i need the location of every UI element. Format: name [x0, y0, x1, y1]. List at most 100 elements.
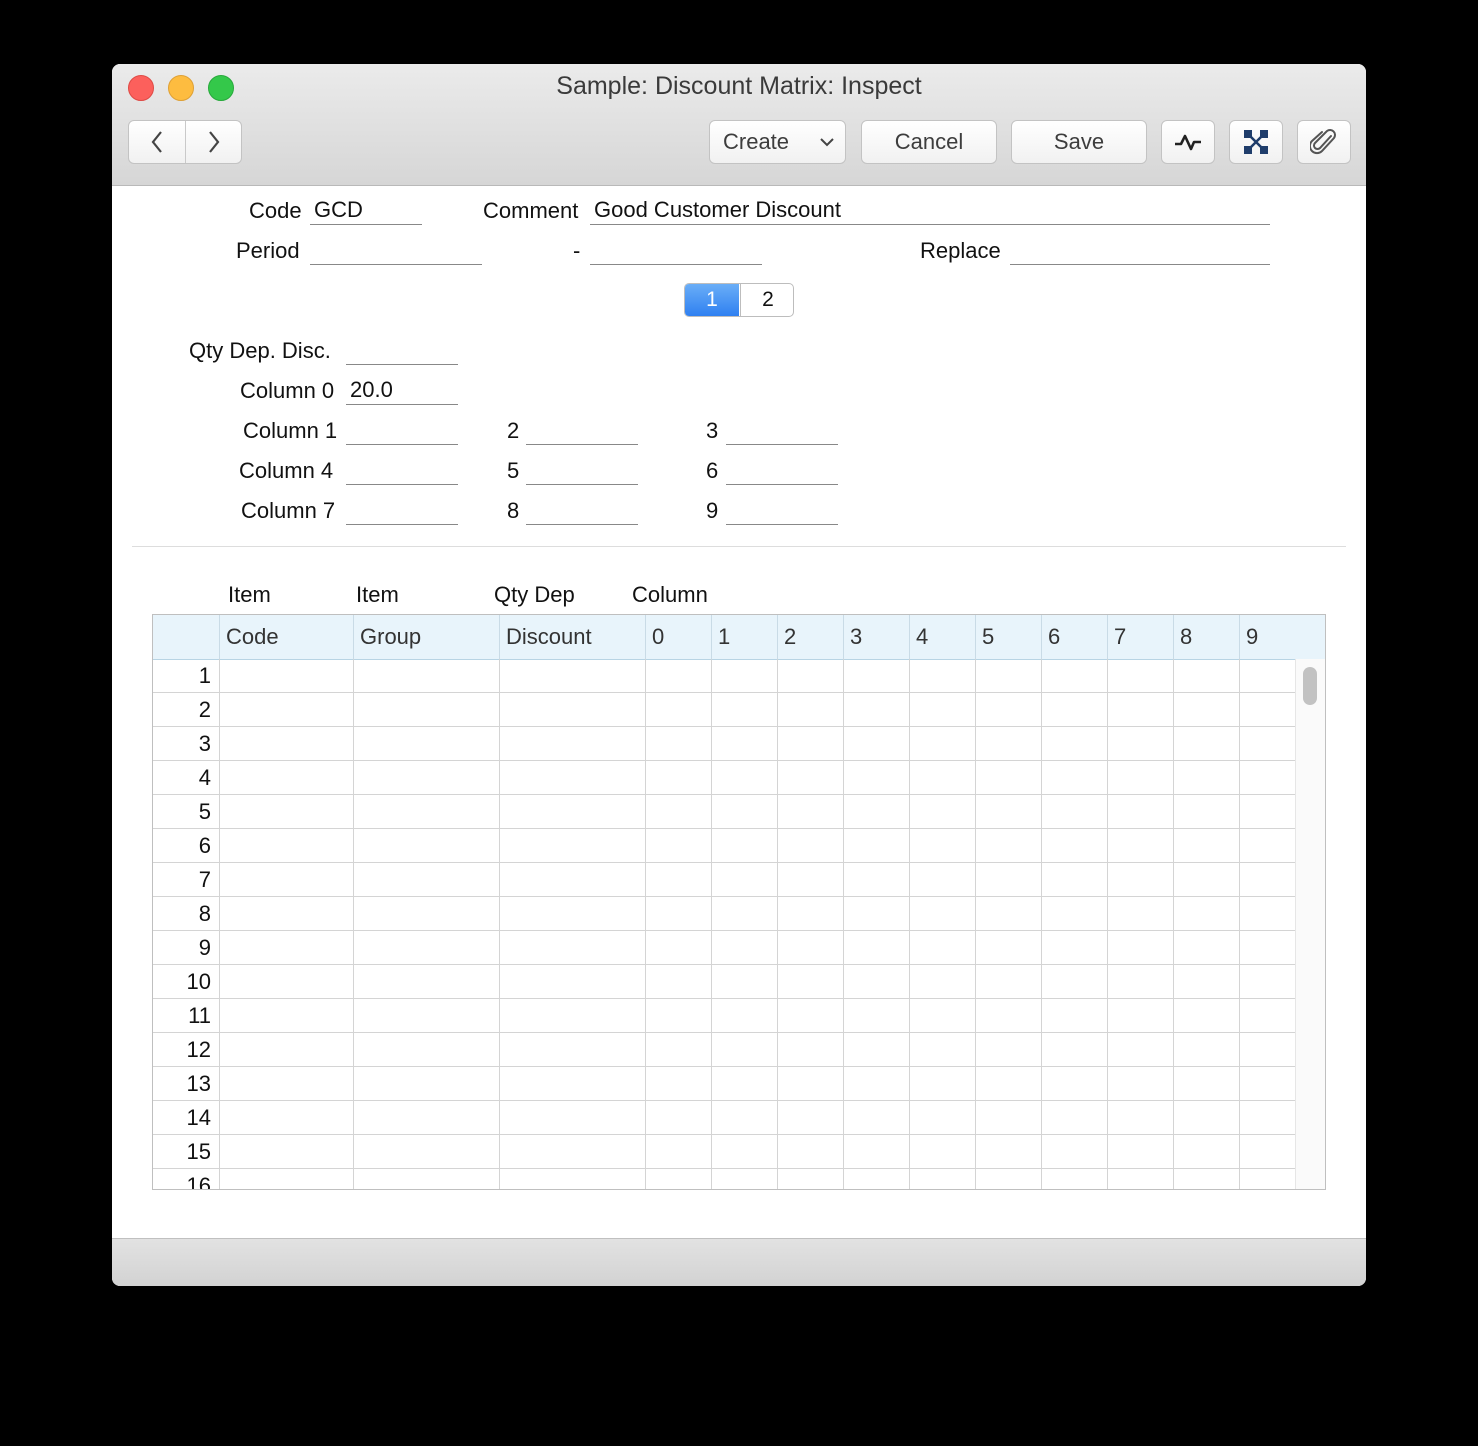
- column-header-code[interactable]: Code: [219, 615, 353, 659]
- column-0-field[interactable]: 20.0: [346, 375, 458, 405]
- column-3-field[interactable]: [726, 415, 838, 445]
- column-1-field[interactable]: [346, 415, 458, 445]
- row-number: 3: [198, 731, 211, 756]
- row-number: 10: [186, 969, 211, 994]
- column-header-7[interactable]: 7: [1107, 615, 1173, 659]
- table-row[interactable]: 7: [153, 863, 1295, 897]
- period-separator: -: [573, 238, 581, 263]
- paperclip-icon: [1310, 129, 1336, 155]
- tab-2[interactable]: 2: [740, 284, 793, 316]
- column-1-label: Column 1: [243, 418, 338, 443]
- column-header-5[interactable]: 5: [975, 615, 1041, 659]
- table-row[interactable]: 8: [153, 897, 1295, 931]
- replace-field[interactable]: [1010, 235, 1270, 265]
- column-header-4[interactable]: 4: [909, 615, 975, 659]
- save-button[interactable]: Save: [1011, 120, 1147, 164]
- forward-button[interactable]: [186, 121, 242, 163]
- activity-button[interactable]: [1161, 120, 1215, 164]
- table-header: Code Group Discount 0 1 2 3 4 5 6 7 8 9: [153, 615, 1325, 660]
- titlebar: Sample: Discount Matrix: Inspect Create …: [112, 64, 1366, 186]
- table-row[interactable]: 14: [153, 1101, 1295, 1135]
- table-row[interactable]: 4: [153, 761, 1295, 795]
- column-5-label: 5: [507, 458, 520, 483]
- column-header-3[interactable]: 3: [843, 615, 909, 659]
- row-number: 2: [198, 697, 211, 722]
- column-9-field[interactable]: [726, 495, 838, 525]
- column-8-label: 8: [507, 498, 520, 523]
- scrollbar-thumb[interactable]: [1303, 667, 1317, 705]
- column-5-field[interactable]: [526, 455, 638, 485]
- super-header-column: Column: [632, 582, 708, 607]
- table-row[interactable]: 12: [153, 1033, 1295, 1067]
- column-header-1[interactable]: 1: [711, 615, 777, 659]
- row-number: 15: [186, 1139, 211, 1164]
- column-6-label: 6: [706, 458, 719, 483]
- create-dropdown[interactable]: Create: [709, 120, 846, 164]
- table-row[interactable]: 3: [153, 727, 1295, 761]
- activity-icon: [1175, 134, 1201, 151]
- table-row[interactable]: 2: [153, 693, 1295, 727]
- column-7-field[interactable]: [346, 495, 458, 525]
- row-number: 4: [198, 765, 211, 790]
- nav-buttons: [128, 120, 242, 164]
- cancel-button[interactable]: Cancel: [861, 120, 997, 164]
- row-number: 8: [198, 901, 211, 926]
- period-label: Period: [236, 238, 300, 263]
- row-number: 11: [188, 1003, 211, 1028]
- table-row[interactable]: 9: [153, 931, 1295, 965]
- section-divider: [132, 546, 1346, 547]
- tab-1[interactable]: 1: [685, 284, 739, 316]
- table-row[interactable]: 16: [153, 1169, 1295, 1190]
- column-header-discount[interactable]: Discount: [499, 615, 645, 659]
- column-header-6[interactable]: 6: [1041, 615, 1107, 659]
- back-icon: [151, 131, 162, 153]
- column-header-group[interactable]: Group: [353, 615, 499, 659]
- code-field[interactable]: GCD: [310, 195, 422, 225]
- attach-button[interactable]: [1297, 120, 1351, 164]
- period-to-field[interactable]: [590, 235, 762, 265]
- column-2-label: 2: [507, 418, 520, 443]
- column-header-9[interactable]: 9: [1239, 615, 1323, 659]
- super-header-item-code: Item: [228, 582, 271, 607]
- column-header-2[interactable]: 2: [777, 615, 843, 659]
- code-label: Code: [249, 198, 302, 223]
- row-number: 9: [198, 935, 211, 960]
- create-label: Create: [723, 129, 790, 154]
- row-number: 16: [186, 1173, 211, 1190]
- expand-button[interactable]: [1229, 120, 1283, 164]
- row-number: 12: [186, 1037, 211, 1062]
- table-row[interactable]: 1: [153, 659, 1295, 693]
- column-header-0[interactable]: 0: [645, 615, 711, 659]
- row-number: 1: [198, 663, 211, 688]
- super-header-qty-dep: Qty Dep: [494, 582, 575, 607]
- comment-field[interactable]: Good Customer Discount: [590, 195, 1270, 225]
- table-row[interactable]: 10: [153, 965, 1295, 999]
- back-button[interactable]: [129, 121, 185, 163]
- row-number: 7: [198, 867, 211, 892]
- column-9-label: 9: [706, 498, 719, 523]
- column-header-8[interactable]: 8: [1173, 615, 1239, 659]
- row-number: 5: [198, 799, 211, 824]
- period-from-field[interactable]: [310, 235, 482, 265]
- column-7-label: Column 7: [241, 498, 336, 523]
- column-4-field[interactable]: [346, 455, 458, 485]
- column-0-label: Column 0: [240, 378, 335, 403]
- table-row[interactable]: 15: [153, 1135, 1295, 1169]
- row-number: 13: [186, 1071, 211, 1096]
- table-row[interactable]: 13: [153, 1067, 1295, 1101]
- qty-dep-disc-label: Qty Dep. Disc.: [189, 338, 331, 363]
- column-2-field[interactable]: [526, 415, 638, 445]
- discount-matrix-window: Sample: Discount Matrix: Inspect Create …: [112, 64, 1366, 1286]
- qty-dep-disc-field[interactable]: [346, 335, 458, 365]
- expand-icon: [1244, 130, 1268, 154]
- row-number: 6: [198, 833, 211, 858]
- column-8-field[interactable]: [526, 495, 638, 525]
- status-bar: [112, 1238, 1366, 1286]
- table-row[interactable]: 11: [153, 999, 1295, 1033]
- table-scrollbar[interactable]: [1295, 659, 1325, 1189]
- table-row[interactable]: 5: [153, 795, 1295, 829]
- table-row[interactable]: 6: [153, 829, 1295, 863]
- discount-matrix-table[interactable]: Code Group Discount 0 1 2 3 4 5 6 7 8 9 …: [152, 614, 1326, 1190]
- column-6-field[interactable]: [726, 455, 838, 485]
- row-number: 14: [186, 1105, 211, 1130]
